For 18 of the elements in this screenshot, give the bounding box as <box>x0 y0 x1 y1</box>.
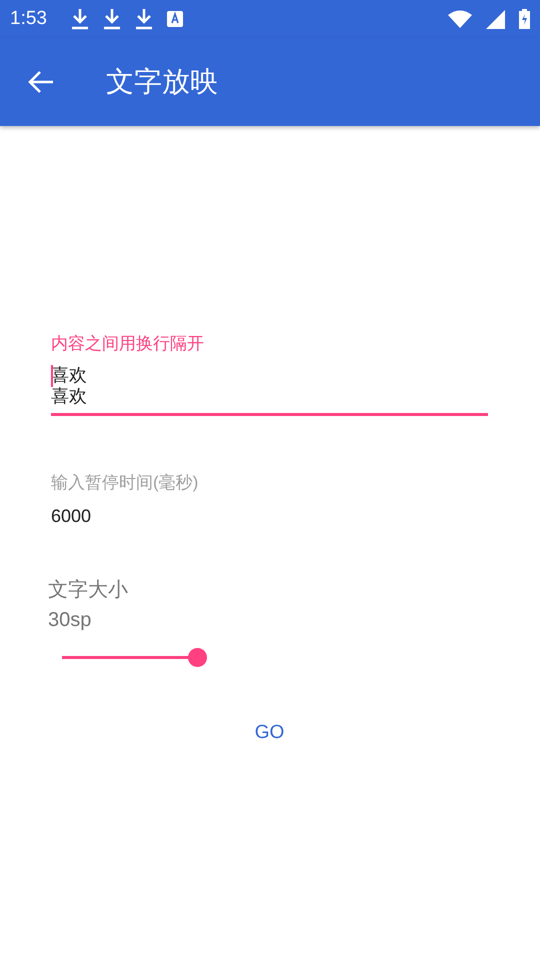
go-button[interactable]: GO <box>238 714 300 752</box>
field-label: 内容之间用换行隔开 <box>51 333 205 355</box>
field-label: 输入暂停时间(毫秒) <box>51 472 200 494</box>
download-icon <box>70 8 89 30</box>
status-time: 1:53 <box>10 8 47 30</box>
battery-icon <box>519 9 530 29</box>
input-field[interactable]: 6000 <box>51 506 488 536</box>
text-size-label: 文字大小 <box>48 578 129 603</box>
signal-icon <box>486 10 505 28</box>
screen-title: 文字放映 <box>106 65 218 99</box>
download-icon <box>102 8 121 30</box>
text-size-value: 30sp <box>48 609 92 632</box>
keyboard-notification-icon <box>166 11 183 27</box>
input-field[interactable]: 喜欢 喜欢 <box>51 365 488 416</box>
slider-thumb[interactable] <box>188 648 207 667</box>
download-icon <box>134 8 153 30</box>
wifi-icon <box>448 10 472 28</box>
back-arrow-icon[interactable] <box>28 70 54 94</box>
